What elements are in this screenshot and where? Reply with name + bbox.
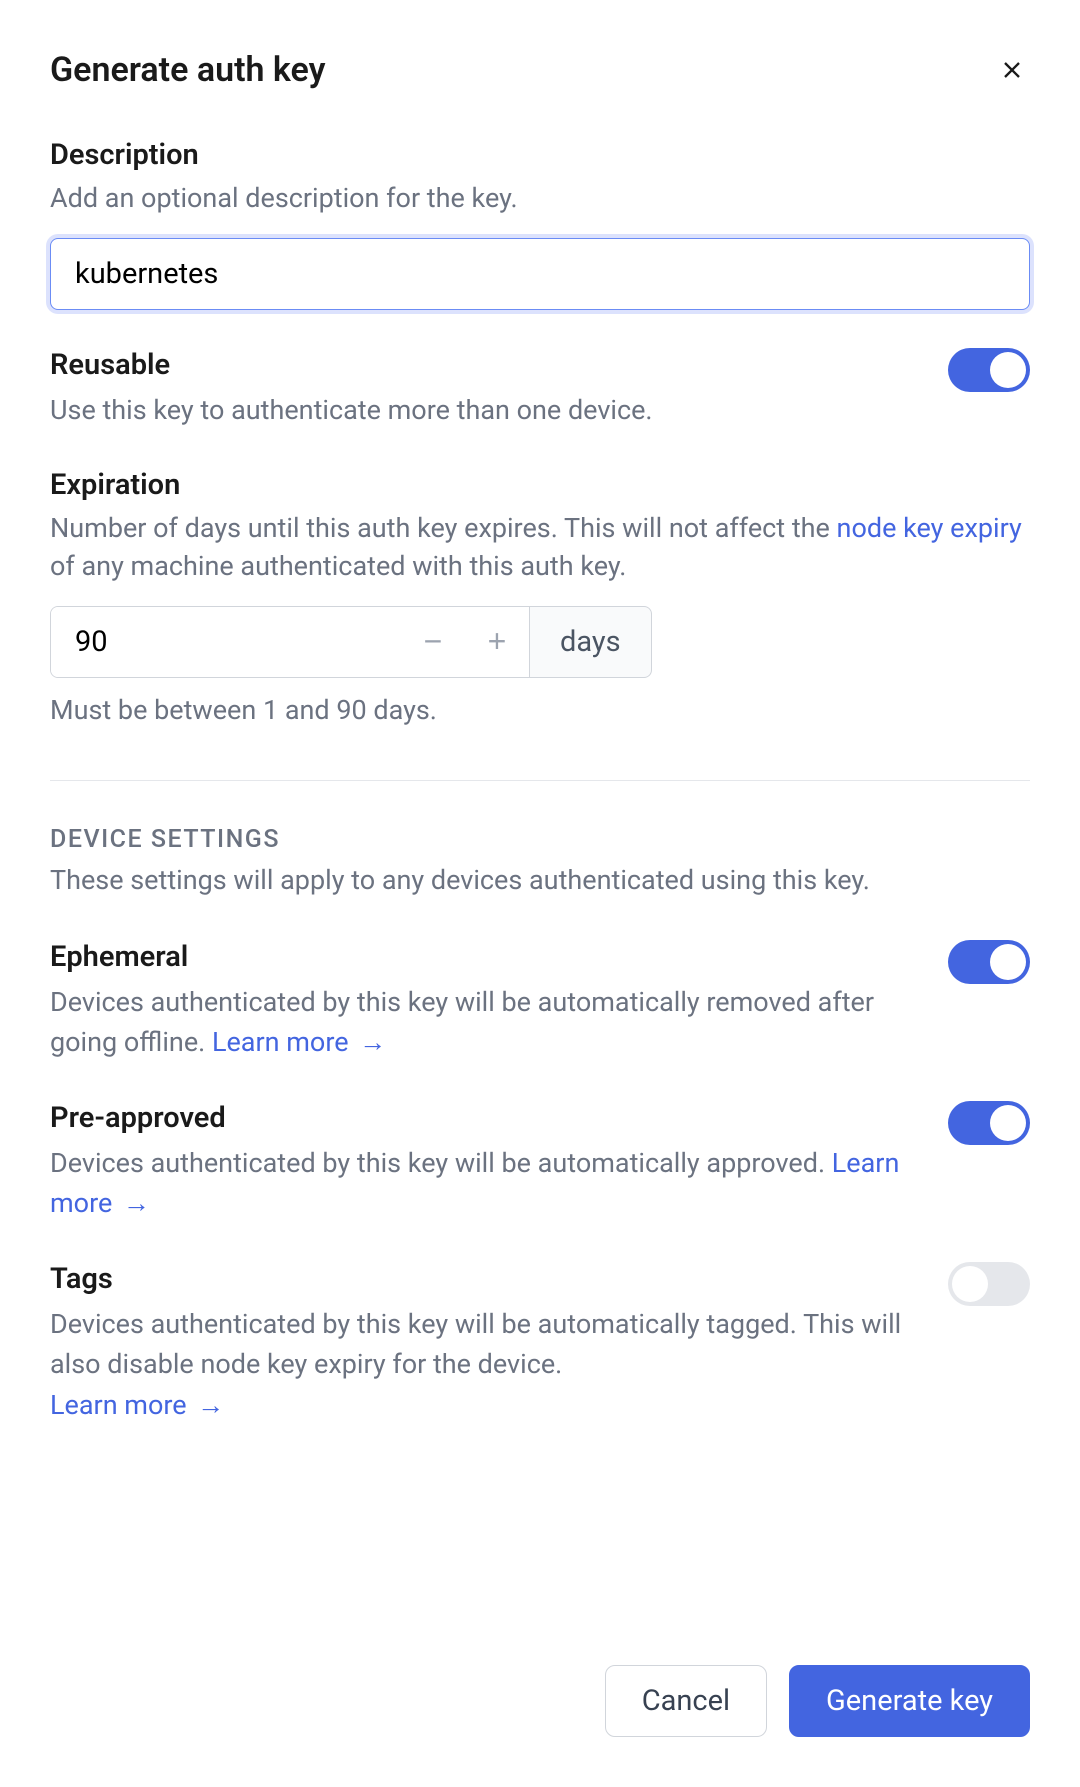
- close-button[interactable]: [994, 52, 1030, 88]
- tags-learn-more-link[interactable]: Learn more →: [50, 1389, 224, 1421]
- description-label: Description: [50, 138, 1030, 172]
- tags-hint: Devices authenticated by this key will b…: [50, 1304, 908, 1426]
- preapproved-hint-text: Devices authenticated by this key will b…: [50, 1147, 832, 1179]
- expiration-decrement-button[interactable]: −: [401, 607, 465, 677]
- close-icon: [998, 56, 1026, 84]
- minus-icon: −: [424, 623, 443, 660]
- expiration-input[interactable]: [51, 607, 401, 677]
- arrow-right-icon: →: [191, 1389, 225, 1421]
- description-hint: Add an optional description for the key.: [50, 180, 1030, 218]
- generate-key-button[interactable]: Generate key: [789, 1665, 1030, 1737]
- expiration-hint-post: of any machine authenticated with this a…: [50, 550, 626, 582]
- tags-learn-more-text: Learn more: [50, 1389, 187, 1421]
- expiration-hint: Number of days until this auth key expir…: [50, 510, 1030, 586]
- expiration-hint-pre: Number of days until this auth key expir…: [50, 512, 837, 544]
- preapproved-label: Pre-approved: [50, 1101, 908, 1135]
- device-settings-desc: These settings will apply to any devices…: [50, 864, 1030, 896]
- expiration-unit: days: [530, 606, 652, 678]
- toggle-knob: [990, 944, 1026, 980]
- ephemeral-label: Ephemeral: [50, 940, 908, 974]
- plus-icon: +: [488, 623, 507, 660]
- dialog-title: Generate auth key: [50, 50, 326, 90]
- device-settings-header: DEVICE SETTINGS These settings will appl…: [50, 825, 1030, 940]
- preapproved-section: Pre-approved Devices authenticated by th…: [50, 1101, 1030, 1224]
- toggle-knob: [990, 352, 1026, 388]
- ephemeral-toggle[interactable]: [948, 940, 1030, 984]
- ephemeral-learn-more-link[interactable]: Learn more →: [212, 1026, 386, 1058]
- ephemeral-hint: Devices authenticated by this key will b…: [50, 982, 908, 1063]
- generate-auth-key-dialog: Generate auth key Description Add an opt…: [0, 0, 1080, 1787]
- arrow-right-icon: →: [353, 1026, 387, 1058]
- expiration-increment-button[interactable]: +: [465, 607, 529, 677]
- tags-hint-text: Devices authenticated by this key will b…: [50, 1308, 901, 1381]
- expiration-label: Expiration: [50, 468, 1030, 502]
- description-input[interactable]: [50, 238, 1030, 310]
- reusable-toggle[interactable]: [948, 348, 1030, 392]
- cancel-button[interactable]: Cancel: [605, 1665, 767, 1737]
- toggle-knob: [952, 1266, 988, 1302]
- dialog-header: Generate auth key: [50, 50, 1030, 90]
- tags-toggle[interactable]: [948, 1262, 1030, 1306]
- ephemeral-learn-more-text: Learn more: [212, 1026, 349, 1058]
- ephemeral-section: Ephemeral Devices authenticated by this …: [50, 940, 1030, 1063]
- preapproved-toggle[interactable]: [948, 1101, 1030, 1145]
- reusable-hint: Use this key to authenticate more than o…: [50, 390, 908, 431]
- dialog-footer: Cancel Generate key: [50, 1625, 1030, 1737]
- toggle-knob: [990, 1105, 1026, 1141]
- description-section: Description Add an optional description …: [50, 138, 1030, 310]
- expiration-constraint: Must be between 1 and 90 days.: [50, 694, 1030, 726]
- ephemeral-hint-text: Devices authenticated by this key will b…: [50, 986, 874, 1059]
- arrow-right-icon: →: [116, 1187, 150, 1219]
- tags-section: Tags Devices authenticated by this key w…: [50, 1262, 1030, 1426]
- expiration-stepper: − + days: [50, 606, 1030, 678]
- preapproved-hint: Devices authenticated by this key will b…: [50, 1143, 908, 1224]
- device-settings-heading: DEVICE SETTINGS: [50, 825, 1030, 854]
- node-key-expiry-link[interactable]: node key expiry: [837, 512, 1022, 544]
- reusable-label: Reusable: [50, 348, 908, 382]
- tags-label: Tags: [50, 1262, 908, 1296]
- expiration-section: Expiration Number of days until this aut…: [50, 468, 1030, 726]
- expiration-input-wrap: − +: [50, 606, 530, 678]
- reusable-section: Reusable Use this key to authenticate mo…: [50, 348, 1030, 431]
- divider: [50, 780, 1030, 781]
